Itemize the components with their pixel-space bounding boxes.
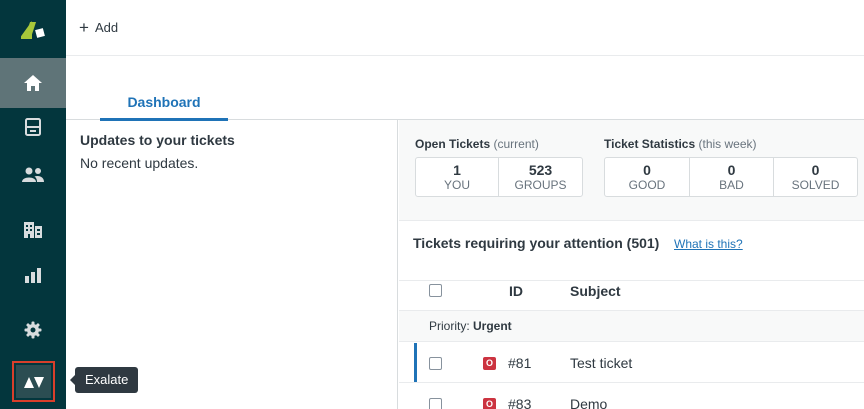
updates-empty-text: No recent updates. xyxy=(80,155,199,171)
add-button[interactable]: + Add xyxy=(79,19,118,36)
exalate-app-button[interactable] xyxy=(12,361,55,402)
open-tickets-counts: 1 YOU 523 GROUPS xyxy=(415,157,583,197)
stat-good[interactable]: 0 GOOD xyxy=(605,158,690,196)
customers-icon[interactable] xyxy=(0,150,66,200)
stats-bar: Open Tickets (current) 1 YOU 523 GROUPS … xyxy=(399,120,864,221)
exalate-icon xyxy=(23,376,44,388)
plus-icon: + xyxy=(79,18,89,37)
stat-solved[interactable]: 0 SOLVED xyxy=(774,158,857,196)
zendesk-logo[interactable] xyxy=(0,0,66,58)
open-tickets-title: Open Tickets (current) xyxy=(415,137,539,151)
add-button-label: Add xyxy=(94,20,119,35)
tab-bar: Dashboard xyxy=(66,56,864,121)
organizations-icon[interactable] xyxy=(0,205,66,255)
ticket-stats-counts: 0 GOOD 0 BAD 0 SOLVED xyxy=(604,157,858,197)
reporting-icon[interactable] xyxy=(0,250,66,300)
updates-panel: Updates to your tickets No recent update… xyxy=(66,120,398,409)
views-icon[interactable] xyxy=(0,102,66,152)
tab-dashboard[interactable]: Dashboard xyxy=(100,94,228,121)
sidebar xyxy=(0,0,66,409)
ticket-stats-title: Ticket Statistics (this week) xyxy=(604,137,757,151)
tickets-panel: Open Tickets (current) 1 YOU 523 GROUPS … xyxy=(399,120,864,409)
stat-you[interactable]: 1 YOU xyxy=(416,158,499,196)
home-icon[interactable] xyxy=(0,58,66,108)
ticket-stats-group: Ticket Statistics (this week) 0 GOOD 0 B… xyxy=(604,137,858,197)
stat-bad[interactable]: 0 BAD xyxy=(690,158,774,196)
top-bar: + Add xyxy=(66,0,864,56)
updates-title: Updates to your tickets xyxy=(80,132,235,148)
open-tickets-group: Open Tickets (current) 1 YOU 523 GROUPS xyxy=(415,137,583,197)
admin-gear-icon[interactable] xyxy=(0,305,66,355)
stat-groups[interactable]: 523 GROUPS xyxy=(499,158,582,196)
